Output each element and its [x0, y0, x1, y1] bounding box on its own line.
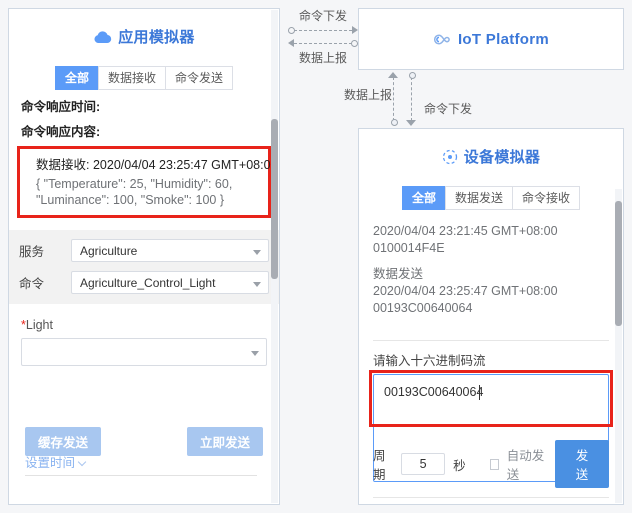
log-timestamp: 2020/04/04 23:21:45 GMT+08:00: [373, 224, 558, 238]
service-label: 服务: [19, 245, 45, 259]
log-entry: 2020/04/04 23:21:45 GMT+08:00 0100014F4E: [373, 223, 609, 257]
device-simulator-header: 设备模拟器: [359, 129, 623, 184]
set-time-label: 设置时间: [25, 456, 76, 470]
device-log-list[interactable]: 2020/04/04 23:21:45 GMT+08:00 0100014F4E…: [373, 216, 609, 334]
auto-send-label: 自动发送: [506, 449, 545, 482]
response-highlight-box: 数据接收: 2020/04/04 23:25:47 GMT+08:00 { "T…: [17, 146, 277, 218]
hex-input-label: 请输入十六进制码流: [373, 354, 486, 368]
send-now-button[interactable]: 立即发送: [186, 427, 263, 456]
auto-send-checkbox[interactable]: [489, 458, 499, 470]
iot-platform-header: IoT Platform: [359, 9, 623, 69]
service-row: 服务 Agriculture: [19, 239, 269, 262]
connector-command-dispatch-label-right: 命令下发: [424, 102, 473, 116]
command-response-content-label: 命令响应内容:: [21, 125, 101, 139]
light-label-text: Light: [25, 318, 53, 332]
right-connector: 数据上报 命令下发: [344, 70, 624, 128]
arrow-endpoint-dot: [391, 119, 398, 126]
device-footer-controls: 周期 秒 自动发送 发送: [373, 440, 609, 488]
infinity-logo-icon: [433, 33, 452, 46]
log-entry: 数据发送 2020/04/04 23:25:47 GMT+08:00 00193…: [373, 266, 609, 317]
log-timestamp: 2020/04/04 23:25:47 GMT+08:00: [373, 284, 558, 298]
app-simulator-tabs: 全部 数据接收 命令发送: [9, 66, 279, 90]
response-received-prefix: 数据接收:: [36, 158, 90, 172]
device-simulator-panel: 设备模拟器 全部 数据发送 命令接收 2020/04/04 23:21:45 G…: [358, 128, 624, 505]
tab-all-device[interactable]: 全部: [401, 186, 445, 210]
device-simulator-title: 设备模拟器: [463, 149, 541, 166]
command-form: 服务 Agriculture 命令 Agriculture_Control_Li…: [9, 230, 279, 304]
send-button[interactable]: 发送: [554, 440, 609, 488]
tab-data-send[interactable]: 数据发送: [444, 186, 512, 210]
log-clipped-line: [373, 216, 609, 223]
dashed-line: [411, 77, 412, 121]
app-simulator-title: 应用模拟器: [118, 29, 195, 46]
chevron-down-icon: [253, 249, 261, 255]
divider: [373, 340, 609, 341]
period-input[interactable]: [401, 453, 446, 475]
device-simulator-tabs: 全部 数据发送 命令接收: [359, 186, 623, 210]
dashed-line: [294, 30, 352, 31]
arrow-head-left-icon: [288, 39, 294, 47]
iot-platform-title: IoT Platform: [457, 30, 550, 48]
command-label: 命令: [19, 277, 45, 291]
divider: [373, 497, 609, 498]
left-connector: 命令下发 数据上报: [288, 8, 358, 66]
device-scrollbar-thumb[interactable]: [615, 201, 622, 326]
light-value-select[interactable]: [21, 338, 267, 366]
iot-platform-panel: IoT Platform: [358, 8, 624, 70]
screen: 应用模拟器 全部 数据接收 命令发送 命令响应时间: 命令响应内容: 数据接收:…: [0, 0, 632, 513]
dashed-line: [294, 43, 352, 44]
cloud-icon: [93, 30, 112, 44]
arrow-down-dashed: [406, 72, 417, 126]
dashed-line: [393, 77, 394, 121]
tab-all-app[interactable]: 全部: [54, 66, 98, 90]
arrow-right-dashed: [288, 24, 358, 37]
arrow-left-dashed: [288, 37, 358, 50]
connector-command-dispatch-label: 命令下发: [298, 9, 347, 23]
arrow-endpoint-dot: [409, 72, 416, 79]
chevron-down-icon: [77, 457, 87, 467]
response-content: 数据接收: 2020/04/04 23:25:47 GMT+08:00 { "T…: [30, 149, 277, 215]
divider: [25, 475, 257, 476]
response-received-timestamp: 2020/04/04 23:25:47 GMT+08:00: [92, 158, 278, 172]
command-row: 命令 Agriculture_Control_Light: [19, 271, 269, 294]
light-param-label: *Light: [21, 318, 279, 332]
arrow-head-up-icon: [388, 72, 398, 78]
tab-command-receive[interactable]: 命令接收: [512, 186, 581, 210]
tab-data-receive[interactable]: 数据接收: [97, 66, 165, 90]
arrow-endpoint-dot: [288, 27, 295, 34]
service-select-value: Agriculture: [80, 243, 138, 258]
tab-command-send[interactable]: 命令发送: [165, 66, 234, 90]
app-simulator-header: 应用模拟器: [9, 9, 279, 64]
response-payload: { "Temperature": 25, "Humidity": 60, "Lu…: [36, 177, 233, 207]
app-scrollbar-thumb[interactable]: [271, 119, 278, 279]
chevron-down-icon: [253, 281, 261, 287]
arrow-endpoint-dot: [351, 40, 358, 47]
connector-data-report-label-right: 数据上报: [344, 88, 393, 102]
command-response-time-label: 命令响应时间:: [21, 100, 101, 114]
text-cursor: [479, 385, 480, 400]
service-select[interactable]: Agriculture: [71, 239, 269, 262]
connector-data-report-label: 数据上报: [298, 51, 347, 65]
arrow-head-down-icon: [406, 120, 416, 126]
log-hex: 0100014F4E: [373, 241, 445, 255]
log-hex: 00193C00640064: [373, 301, 473, 315]
command-select-value: Agriculture_Control_Light: [80, 275, 216, 290]
response-received-line: 数据接收: 2020/04/04 23:25:47 GMT+08:00: [36, 157, 277, 173]
period-label: 周期: [373, 449, 386, 482]
log-kind: 数据发送: [373, 267, 424, 281]
set-time-link[interactable]: 设置时间: [25, 452, 87, 471]
application-simulator-panel: 应用模拟器 全部 数据接收 命令发送 命令响应时间: 命令响应内容: 数据接收:…: [8, 8, 280, 505]
chevron-down-icon: [251, 351, 259, 356]
device-sensor-icon: [442, 149, 458, 165]
command-select[interactable]: Agriculture_Control_Light: [71, 271, 269, 294]
unit-label: 秒: [453, 458, 466, 473]
